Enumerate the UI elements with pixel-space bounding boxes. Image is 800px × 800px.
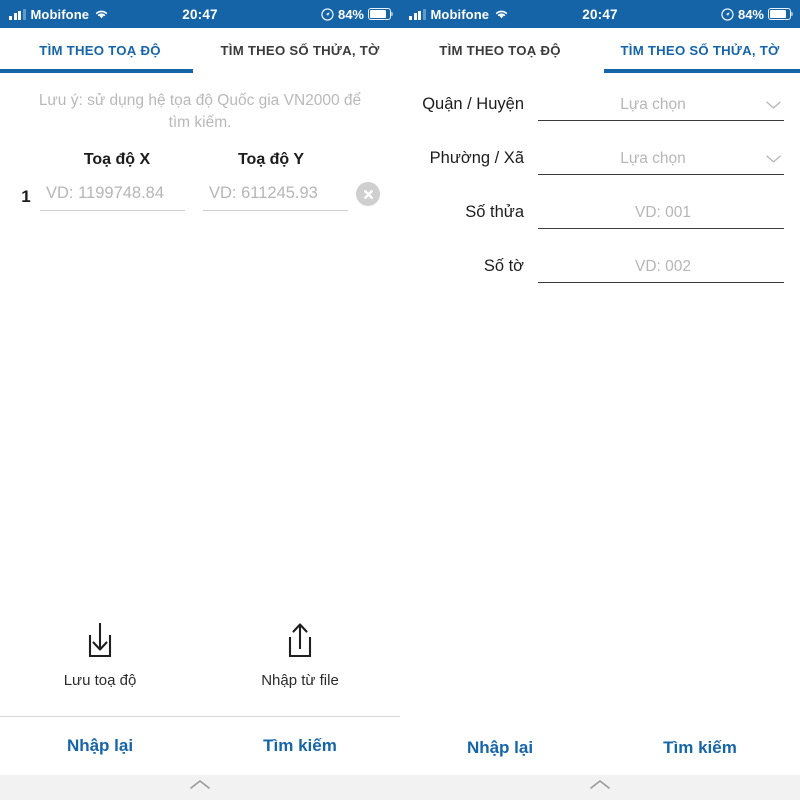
import-from-file-label: Nhập từ file [261, 672, 339, 689]
district-label: Quận / Huyện [422, 95, 524, 113]
row-index-label: 1 [21, 187, 31, 206]
coordinate-row: 1 VD: 1199748.84 VD: 611245.93 [0, 182, 400, 212]
parcel-number-placeholder: VD: 001 [634, 204, 691, 221]
right-phone-screen: Mobifone 20:47 84% TÌM THEO TOẠ ĐỘ TÌM T… [400, 0, 800, 800]
tab-label: TÌM THEO SỐ THỬA, TỜ [220, 43, 380, 58]
left-phone-screen: Mobifone 20:47 84% TÌM THEO TOẠ ĐỘ TÌM T… [0, 0, 400, 800]
composite-screenshot: Mobifone 20:47 84% TÌM THEO TOẠ ĐỘ TÌM T… [0, 0, 800, 800]
sheet-number-placeholder: VD: 002 [634, 258, 691, 275]
parcel-number-label: Số thửa [465, 203, 524, 221]
reset-button[interactable]: Nhập lại [0, 717, 200, 775]
tab-search-by-coordinates[interactable]: TÌM THEO TOẠ ĐỘ [400, 28, 600, 73]
chevron-down-icon [762, 154, 782, 164]
search-button[interactable]: Tìm kiếm [600, 721, 800, 775]
tab-bar-left: TÌM THEO TOẠ ĐỘ TÌM THEO SỐ THỬA, TỜ [0, 28, 400, 73]
parcel-number-field: Số thửa VD: 001 [400, 203, 800, 229]
battery-percent-label: 84% [737, 6, 764, 22]
parcel-search-form: Quận / Huyện Lựa chọn Phường / Xã Lựa ch… [400, 73, 800, 283]
tab-label: TÌM THEO TOẠ ĐỘ [439, 43, 561, 58]
save-coordinates-label: Lưu toạ độ [63, 672, 137, 689]
district-select[interactable]: Lựa chọn [538, 96, 784, 121]
battery-icon [368, 8, 394, 20]
bottom-button-bar-left: Nhập lại Tìm kiếm [0, 717, 400, 775]
tab-search-by-coordinates[interactable]: TÌM THEO TOẠ ĐỘ [0, 28, 200, 73]
clear-circle-x-icon [356, 182, 380, 206]
chevron-up-icon[interactable] [185, 779, 215, 791]
coordinate-y-input[interactable]: VD: 611245.93 [203, 184, 348, 211]
ward-label: Phường / Xã [429, 149, 524, 167]
ward-field: Phường / Xã Lựa chọn [400, 149, 800, 175]
search-button[interactable]: Tìm kiếm [200, 717, 400, 775]
ward-placeholder: Lựa chọn [620, 150, 686, 167]
tab-label: TÌM THEO SỐ THỬA, TỜ [620, 43, 780, 58]
status-bar-battery-group: 84% [321, 6, 394, 22]
home-indicator-bar-right [400, 775, 800, 800]
status-bar-left: Mobifone 20:47 84% [0, 0, 400, 28]
home-indicator-bar-left [0, 775, 400, 800]
sheet-number-field: Số tờ VD: 002 [400, 257, 800, 283]
parcel-number-input[interactable]: VD: 001 [538, 204, 784, 229]
download-save-icon [88, 623, 112, 658]
ward-select[interactable]: Lựa chọn [538, 150, 784, 175]
tab-label: TÌM THEO TOẠ ĐỘ [39, 43, 161, 58]
sheet-number-input[interactable]: VD: 002 [538, 258, 784, 283]
location-services-icon [721, 7, 734, 21]
tab-search-by-parcel[interactable]: TÌM THEO SỐ THỬA, TỜ [600, 28, 800, 73]
reset-button[interactable]: Nhập lại [400, 721, 600, 775]
column-header-y: Toạ độ Y [237, 151, 305, 168]
chevron-down-icon [762, 100, 782, 110]
battery-icon [768, 8, 794, 20]
district-placeholder: Lựa chọn [620, 96, 686, 113]
clear-row-button[interactable] [348, 182, 388, 212]
chevron-up-icon[interactable] [585, 779, 615, 791]
tab-bar-right: TÌM THEO TOẠ ĐỘ TÌM THEO SỐ THỬA, TỜ [400, 28, 800, 73]
sheet-number-label: Số tờ [483, 257, 524, 275]
battery-percent-label: 84% [337, 6, 364, 22]
coordinate-x-input[interactable]: VD: 1199748.84 [40, 184, 185, 211]
active-tab-indicator [0, 69, 193, 73]
column-header-x: Toạ độ X [83, 151, 151, 168]
status-bar-battery-group: 84% [721, 6, 794, 22]
location-services-icon [321, 7, 334, 21]
coordinate-column-headers: Toạ độ X Toạ độ Y [0, 151, 400, 169]
active-tab-indicator [604, 69, 800, 73]
upload-import-icon [288, 623, 312, 658]
bottom-button-bar-right: Nhập lại Tìm kiếm [400, 721, 800, 775]
action-icon-row: Lưu toạ độ Nhập từ file [0, 618, 400, 689]
tab-search-by-parcel[interactable]: TÌM THEO SỐ THỬA, TỜ [200, 28, 400, 73]
coordinate-system-note: Lưu ý: sử dụng hệ tọa độ Quốc gia VN2000… [38, 92, 362, 131]
status-bar-right: Mobifone 20:47 84% [400, 0, 800, 28]
row-index-header [12, 151, 40, 169]
district-field: Quận / Huyện Lựa chọn [400, 95, 800, 121]
save-coordinates-button[interactable]: Lưu toạ độ [0, 618, 200, 689]
import-from-file-button[interactable]: Nhập từ file [200, 618, 400, 689]
